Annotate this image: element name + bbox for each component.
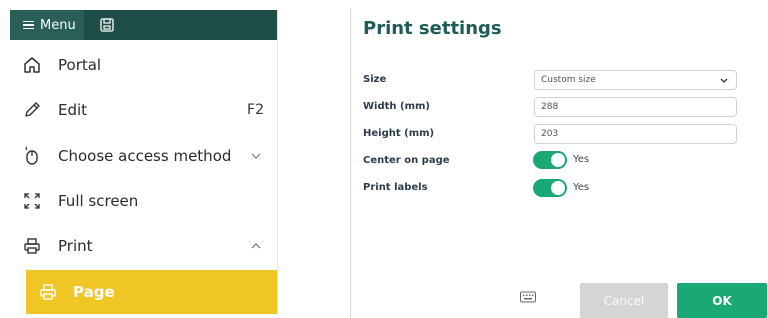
width-field[interactable]: 288	[534, 97, 737, 117]
save-icon[interactable]	[96, 14, 118, 36]
menu-item-label: Print	[58, 237, 93, 255]
print-settings-dialog: Print settings Size Custom size Width (m…	[350, 8, 767, 318]
size-label: Size	[363, 74, 387, 85]
menu-item-full-screen[interactable]: Full screen	[10, 179, 277, 223]
print-labels-toggle[interactable]	[533, 179, 567, 197]
fullscreen-icon	[22, 191, 42, 211]
width-value: 288	[541, 102, 559, 112]
width-label: Width (mm)	[363, 101, 430, 112]
menu-item-print[interactable]: Print	[10, 224, 277, 268]
mouse-icon	[22, 146, 42, 166]
center-on-page-state: Yes	[573, 154, 590, 165]
center-on-page-label: Center on page	[363, 155, 450, 166]
print-labels-state: Yes	[573, 182, 590, 193]
menu-subitem-page[interactable]: Page	[26, 270, 277, 314]
center-on-page-toggle[interactable]	[533, 151, 567, 169]
hamburger-icon	[23, 19, 34, 32]
size-select[interactable]: Custom size	[534, 70, 737, 90]
menu-button[interactable]: Menu	[10, 10, 84, 40]
ok-button[interactable]: OK	[677, 283, 767, 318]
menu-item-label: Edit	[58, 101, 88, 119]
height-field[interactable]: 203	[534, 124, 737, 144]
home-icon	[22, 55, 42, 75]
menu-item-label: Page	[73, 283, 115, 301]
height-value: 203	[541, 129, 559, 139]
chevron-up-icon	[251, 243, 261, 249]
printer-icon	[22, 236, 42, 256]
menu-item-label: Portal	[58, 56, 102, 74]
chevron-down-icon	[720, 78, 728, 83]
print-labels-label: Print labels	[363, 182, 428, 193]
menu-item-label: Full screen	[58, 192, 139, 210]
menu-button-label: Menu	[40, 17, 76, 33]
dialog-title: Print settings	[363, 18, 502, 39]
menu-topbar: Menu	[10, 10, 277, 40]
keyboard-icon[interactable]	[520, 291, 536, 303]
printer-icon	[38, 282, 58, 302]
height-label: Height (mm)	[363, 128, 435, 139]
menu-item-edit[interactable]: Edit F2	[10, 88, 277, 132]
pencil-icon	[22, 100, 42, 120]
chevron-down-icon	[251, 153, 261, 159]
menu-item-access-method[interactable]: Choose access method	[10, 134, 277, 178]
cancel-button[interactable]: Cancel	[580, 283, 668, 318]
side-menu: Menu Portal Edit F2 Choose access method…	[10, 10, 278, 316]
size-value: Custom size	[541, 75, 596, 85]
menu-item-label: Choose access method	[58, 147, 232, 165]
shortcut-label: F2	[247, 102, 264, 118]
menu-item-portal[interactable]: Portal	[10, 43, 277, 87]
